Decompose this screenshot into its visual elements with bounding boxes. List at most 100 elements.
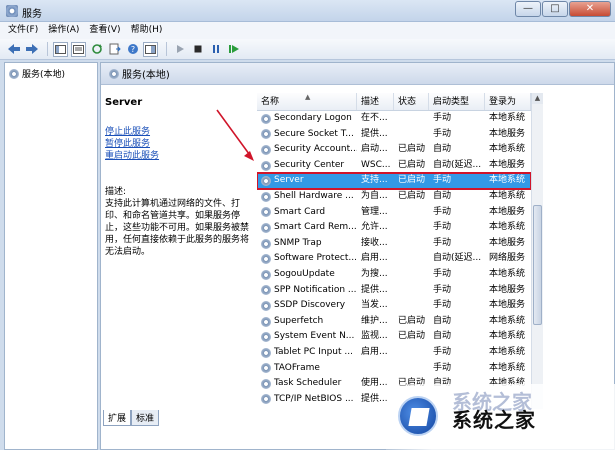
start-service-icon[interactable] [172, 42, 187, 57]
table-row[interactable]: Shell Hardware ... 为自... 已启动 自动 本地系统 [257, 189, 531, 205]
table-row[interactable]: Smart Card Rem... 允许... 手动 本地系统 [257, 220, 531, 236]
cell-name: Security Center [257, 158, 357, 174]
scroll-up-icon[interactable]: ▲ [532, 93, 543, 104]
table-row[interactable]: Tablet PC Input ... 启用... 手动 本地系统 [257, 345, 531, 361]
stop-service-link[interactable]: 停止此服务 [105, 126, 255, 138]
toolbar-separator [47, 42, 48, 56]
cell-log-on-as: 本地系统 [489, 362, 526, 373]
table-row[interactable]: SPP Notification ... 提供... 手动 本地服务 [257, 283, 531, 299]
cell-status [394, 345, 429, 361]
cell-description: 管理... [361, 206, 388, 217]
cell-log-on-as: 本地系统 [489, 113, 526, 123]
menu-action[interactable]: 操作(A) [48, 22, 79, 39]
cell-log-on-as: 本地系统 [489, 346, 526, 357]
menu-file[interactable]: 文件(F) [8, 22, 38, 39]
cell-name: Secondary Logon [257, 111, 357, 127]
column-header-log-on-as[interactable]: 登录为 [485, 93, 531, 110]
cell-startup-type: 自动 [433, 315, 452, 326]
properties-icon[interactable] [71, 41, 86, 57]
menu-view[interactable]: 查看(V) [89, 22, 120, 39]
table-row[interactable]: System Event N... 监视... 已启动 自动 本地系统 [257, 329, 531, 345]
cell-name: TAOFrame [257, 361, 357, 377]
watermark-logo-icon [398, 396, 438, 436]
pause-service-icon[interactable] [208, 42, 223, 57]
service-name-text: Shell Hardware ... [274, 190, 354, 201]
cell-status [394, 361, 429, 377]
export-list-icon[interactable] [107, 42, 122, 57]
table-row[interactable]: SogouUpdate 为搜... 手动 本地系统 [257, 267, 531, 283]
service-name-text: Secondary Logon [274, 113, 352, 123]
back-arrow-icon[interactable] [6, 42, 21, 57]
cell-name: SPP Notification ... [257, 283, 357, 299]
service-name-text: TAOFrame [274, 362, 320, 373]
menu-bar: 文件(F) 操作(A) 查看(V) 帮助(H) [0, 22, 615, 39]
refresh-icon[interactable] [89, 42, 104, 57]
service-title: Server [105, 97, 143, 108]
minimize-button[interactable]: — [515, 1, 541, 17]
table-row[interactable]: TAOFrame 手动 本地系统 [257, 361, 531, 377]
table-row-selected[interactable]: Server 支持... 已启动 手动 本地系统 [257, 172, 531, 190]
tree-item-services-local[interactable]: 服务(本地) [9, 67, 65, 80]
scrollbar-thumb[interactable] [533, 205, 542, 325]
cell-log-on-as: 本地服务 [489, 159, 526, 170]
table-row[interactable]: Superfetch 维护... 已启动 自动 本地系统 [257, 314, 531, 330]
gear-icon [261, 269, 271, 280]
menu-help[interactable]: 帮助(H) [131, 22, 163, 39]
service-name-text: Smart Card [274, 206, 326, 217]
tab-extended[interactable]: 扩展 [103, 410, 132, 426]
column-header-startup-type[interactable]: 启动类型 [429, 93, 485, 110]
table-row[interactable]: Smart Card 管理... 手动 本地服务 [257, 205, 531, 221]
table-row[interactable]: Secondary Logon 在不... 手动 本地系统 [257, 111, 531, 127]
stop-service-icon[interactable] [190, 42, 205, 57]
cell-description [357, 361, 394, 377]
gear-icon [261, 176, 271, 187]
cell-log-on-as: 本地系统 [489, 331, 526, 342]
cell-description: 在不... [361, 113, 388, 123]
cell-status [394, 111, 429, 127]
column-header-description[interactable]: 描述 [357, 93, 394, 110]
table-row[interactable]: SNMP Trap 接收... 手动 本地服务 [257, 236, 531, 252]
table-header: 名称 描述 状态 启动类型 登录为 ▲ [257, 93, 531, 111]
cell-description: 允许... [361, 222, 388, 233]
cell-description: WSC... [361, 159, 391, 170]
cell-description: 支持... [361, 175, 388, 186]
gear-icon [261, 160, 271, 171]
cell-status: 已启动 [398, 144, 426, 155]
gear-icon [261, 191, 271, 202]
pause-service-link[interactable]: 暂停此服务 [105, 138, 255, 150]
table-row[interactable]: Security Account... 启动... 已启动 自动 本地系统 [257, 142, 531, 158]
cell-startup-type: 手动 [433, 128, 452, 139]
table-row[interactable]: Security Center WSC... 已启动 自动(延迟... 本地服务 [257, 158, 531, 174]
service-name-text: TCP/IP NetBIOS ... [274, 393, 354, 404]
service-name-text: Security Account... [274, 144, 357, 155]
cell-log-on-as: 本地服务 [489, 237, 526, 248]
close-button[interactable]: ✕ [569, 1, 611, 17]
restart-service-icon[interactable] [226, 42, 241, 57]
restart-service-link[interactable]: 重启动此服务 [105, 150, 255, 162]
maximize-button[interactable]: □ [542, 1, 568, 17]
window-title: 服务 [22, 9, 42, 20]
cell-log-on-as: 本地系统 [489, 268, 526, 279]
help-icon[interactable]: ? [125, 42, 140, 57]
console-tree-icon[interactable] [143, 41, 158, 57]
forward-arrow-icon[interactable] [24, 42, 39, 57]
cell-name: System Event N... [257, 329, 357, 345]
cell-startup-type: 手动 [433, 222, 452, 233]
cell-name: Task Scheduler [257, 376, 357, 392]
cell-status: 已启动 [398, 315, 426, 326]
cell-status: 已启动 [398, 159, 426, 170]
cell-description: 监视... [361, 331, 388, 342]
tree-item-label: 服务(本地) [22, 70, 66, 80]
table-row[interactable]: SSDP Discovery 当发... 手动 本地服务 [257, 298, 531, 314]
cell-description: 启用... [361, 253, 388, 264]
cell-name: Server [257, 173, 357, 189]
vertical-scrollbar[interactable]: ▲ [531, 93, 543, 409]
table-row[interactable]: Software Protect... 启用... 自动(延迟... 网络服务 [257, 251, 531, 267]
column-header-status[interactable]: 状态 [394, 93, 429, 110]
tab-standard[interactable]: 标准 [131, 410, 160, 426]
table-row[interactable]: Secure Socket T... 提供... 手动 本地服务 [257, 127, 531, 143]
service-name-text: Software Protect... [274, 253, 357, 264]
show-tree-icon[interactable] [53, 41, 68, 57]
cell-description: 维护... [361, 315, 388, 326]
gear-icon [261, 347, 271, 358]
